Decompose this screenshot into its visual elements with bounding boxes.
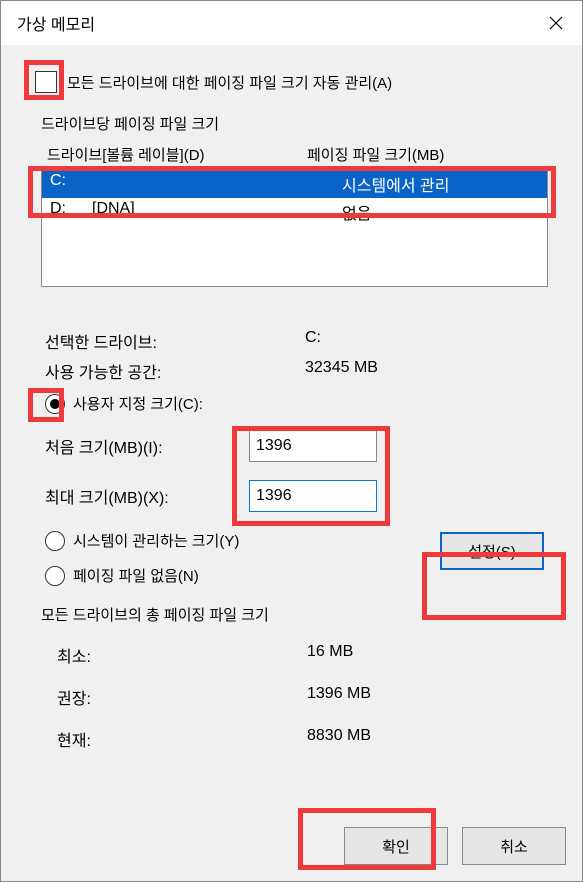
drive-size: 시스템에서 관리 xyxy=(342,172,450,196)
min-label: 최소: xyxy=(57,643,307,667)
initial-size-label: 처음 크기(MB)(I): xyxy=(45,434,249,458)
cur-value: 8830 MB xyxy=(307,727,371,751)
col-size-header: 페이징 파일 크기(MB) xyxy=(307,144,444,165)
max-size-label: 최대 크기(MB)(X): xyxy=(45,484,249,508)
drive-size: 없음 xyxy=(342,200,371,224)
custom-size-label: 사용자 지정 크기(C): xyxy=(73,393,203,414)
auto-manage-checkbox[interactable] xyxy=(35,71,57,93)
virtual-memory-dialog: 가상 메모리 모든 드라이브에 대한 페이징 파일 크기 자동 관리(A) 드라… xyxy=(0,0,583,882)
close-icon xyxy=(549,16,563,30)
drive-list[interactable]: C: 시스템에서 관리 D: [DNA] 없음 xyxy=(41,169,548,287)
cur-label: 현재: xyxy=(57,727,307,751)
auto-manage-label: 모든 드라이브에 대한 페이징 파일 크기 자동 관리(A) xyxy=(67,72,392,93)
max-size-input[interactable] xyxy=(249,480,377,512)
drive-letter: C: xyxy=(50,172,92,196)
auto-manage-row[interactable]: 모든 드라이브에 대한 페이징 파일 크기 자동 관리(A) xyxy=(35,71,558,93)
system-managed-radio[interactable] xyxy=(45,531,65,551)
titlebar: 가상 메모리 xyxy=(1,1,582,45)
no-paging-label: 페이징 파일 없음(N) xyxy=(73,565,199,586)
initial-size-input[interactable] xyxy=(249,430,377,462)
no-paging-radio[interactable] xyxy=(45,566,65,586)
col-drive-header: 드라이브[볼륨 레이블](D) xyxy=(47,144,307,165)
total-group-title: 모든 드라이브의 총 페이징 파일 크기 xyxy=(41,604,558,625)
selected-drive-value: C: xyxy=(305,329,321,353)
drive-row-c[interactable]: C: 시스템에서 관리 xyxy=(42,170,547,198)
rec-label: 권장: xyxy=(57,685,307,709)
drive-label xyxy=(92,172,342,196)
drive-row-d[interactable]: D: [DNA] 없음 xyxy=(42,198,547,226)
cancel-button[interactable]: 취소 xyxy=(462,827,566,865)
custom-size-radio-row[interactable]: 사용자 지정 크기(C): xyxy=(45,393,558,414)
ok-button[interactable]: 확인 xyxy=(344,827,448,865)
dialog-footer: 확인 취소 xyxy=(1,817,582,881)
system-managed-label: 시스템이 관리하는 크기(Y) xyxy=(73,530,239,551)
set-button[interactable]: 설정(S) xyxy=(440,532,544,570)
per-drive-group-label: 드라이브당 페이징 파일 크기 xyxy=(41,113,558,134)
rec-value: 1396 MB xyxy=(307,685,371,709)
custom-size-radio[interactable] xyxy=(45,394,65,414)
custom-size-inputs: 처음 크기(MB)(I): 최대 크기(MB)(X): xyxy=(45,430,558,512)
selected-drive-info: 선택한 드라이브: C: 사용 가능한 공간: 32345 MB xyxy=(45,329,558,383)
drive-letter: D: xyxy=(50,200,92,224)
drive-label: [DNA] xyxy=(92,200,342,224)
selected-drive-label: 선택한 드라이브: xyxy=(45,329,305,353)
drive-list-headers: 드라이브[볼륨 레이블](D) 페이징 파일 크기(MB) xyxy=(47,144,558,165)
available-space-value: 32345 MB xyxy=(305,359,378,383)
dialog-content: 모든 드라이브에 대한 페이징 파일 크기 자동 관리(A) 드라이브당 페이징… xyxy=(1,45,582,817)
close-button[interactable] xyxy=(530,1,582,45)
min-value: 16 MB xyxy=(307,643,353,667)
available-space-label: 사용 가능한 공간: xyxy=(45,359,305,383)
total-paging-group: 모든 드라이브의 총 페이징 파일 크기 최소: 16 MB 권장: 1396 … xyxy=(41,604,558,751)
window-title: 가상 메모리 xyxy=(17,11,95,35)
